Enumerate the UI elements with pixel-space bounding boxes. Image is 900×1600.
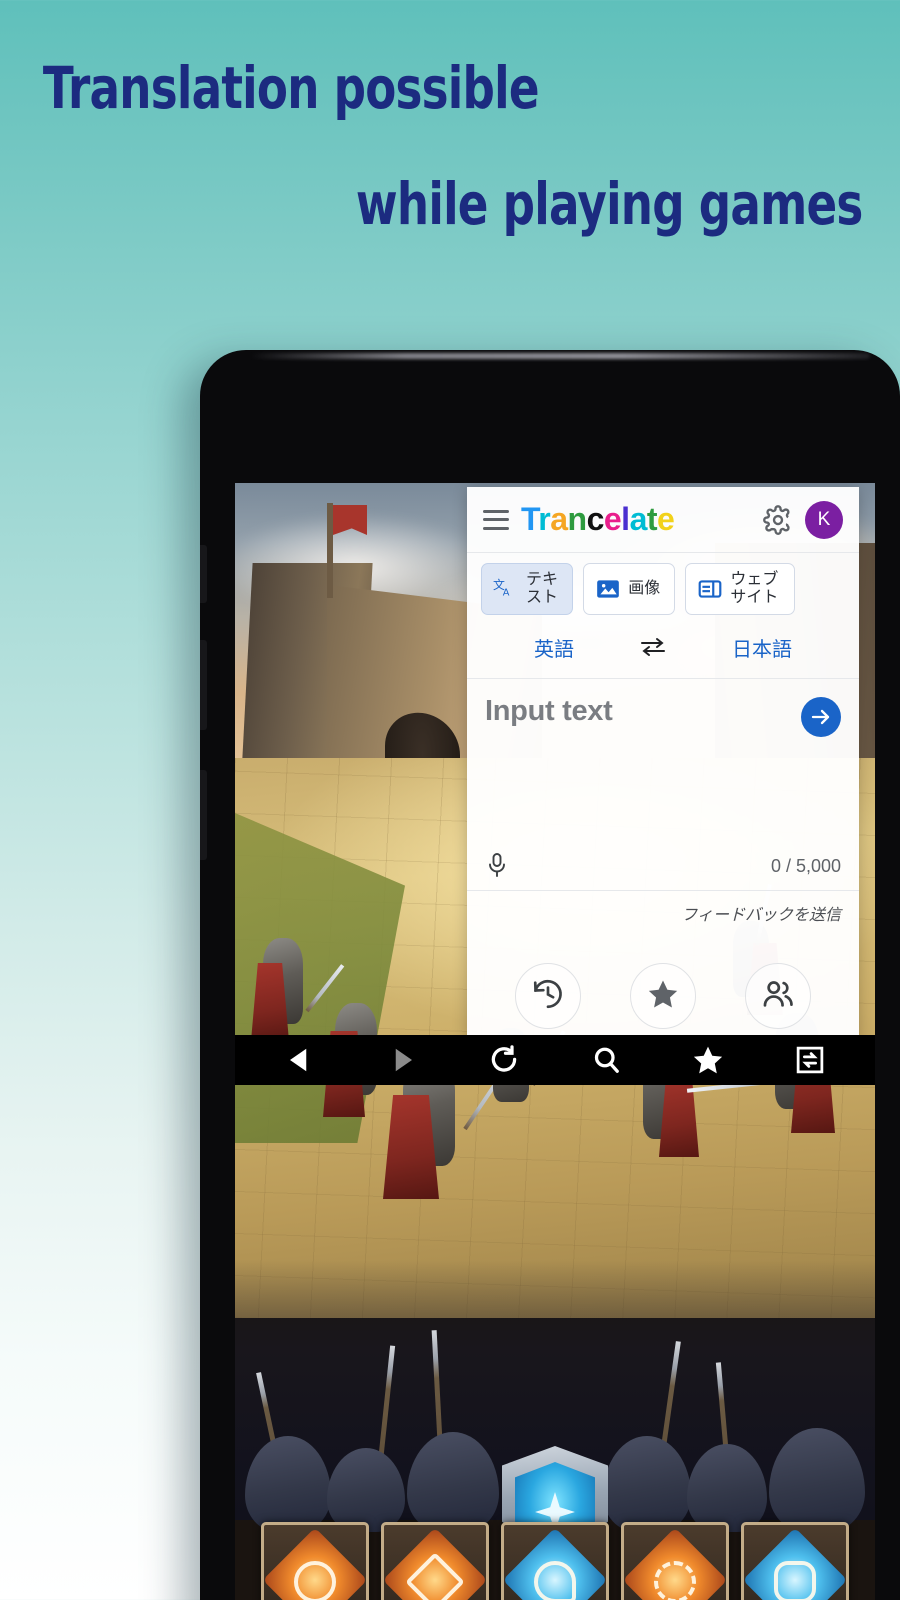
target-language[interactable]: 日本語 [722, 629, 802, 666]
gear-icon[interactable] [763, 504, 793, 535]
phone-side-button-volume-down [200, 770, 207, 860]
fire-rune-icon [405, 1552, 465, 1600]
arrow-right-circle-icon[interactable] [801, 696, 841, 737]
input-text-field[interactable]: Input text [485, 695, 613, 728]
spell-card[interactable] [381, 1522, 489, 1600]
people-icon [761, 977, 795, 1016]
source-language[interactable]: 英語 [524, 629, 584, 666]
translator-overlay-panel: Trancelate K 文 A テキスト 画像 ウェブサイト 英語 日本語 I… [467, 487, 859, 1039]
fire-rune-icon [654, 1561, 696, 1600]
brand-letter: T [521, 501, 539, 537]
tab-website[interactable]: ウェブサイト [685, 563, 796, 615]
brand-letter: a [550, 501, 568, 537]
ice-rune-icon [774, 1561, 816, 1600]
spell-card[interactable] [621, 1522, 729, 1600]
translation-input-area: Input text 0 / 5,000 [467, 679, 859, 890]
headline-line-2: while playing games [355, 169, 863, 238]
brand-letter: e [603, 501, 622, 537]
avatar-initial: K [817, 508, 831, 530]
translate-text-icon: 文 A [493, 576, 519, 602]
game-overlay-navbar [235, 1035, 875, 1085]
spell-card[interactable] [261, 1522, 369, 1600]
image-icon [595, 576, 621, 602]
refresh-icon [489, 1045, 519, 1075]
nav-search-button[interactable] [589, 1043, 623, 1077]
history-button[interactable] [515, 963, 582, 1029]
brand-letter: n [567, 501, 588, 537]
brand-letter: e [657, 501, 675, 537]
phone-side-button-mute [200, 545, 207, 603]
hamburger-menu-icon[interactable] [483, 509, 509, 530]
spell-card[interactable] [741, 1522, 849, 1600]
community-button[interactable] [744, 963, 811, 1029]
user-avatar[interactable]: K [805, 500, 843, 539]
input-row: Input text [485, 695, 841, 737]
translator-mode-tabs: 文 A テキスト 画像 ウェブサイト [467, 553, 859, 623]
brand-letter: r [538, 501, 551, 537]
character-counter: 0 / 5,000 [770, 855, 841, 876]
translator-action-row [467, 935, 859, 1039]
search-icon [591, 1045, 621, 1075]
star-icon [646, 977, 680, 1016]
app-brand-logo: Trancelate [521, 501, 751, 538]
input-footer-row: 0 / 5,000 [485, 852, 841, 890]
spell-card[interactable] [501, 1522, 609, 1600]
promo-headline: Translation possible while playing games [0, 0, 900, 235]
star-icon [692, 1044, 724, 1076]
nav-translate-toggle-button[interactable] [793, 1043, 827, 1077]
spell-card-bar [235, 1522, 875, 1600]
brand-letter: l [621, 501, 630, 537]
tab-website-label: ウェブサイト [730, 571, 779, 606]
tab-image-label: 画像 [628, 579, 661, 597]
nav-back-button[interactable] [283, 1043, 317, 1077]
send-feedback-link[interactable]: フィードバックを送信 [681, 907, 841, 924]
triangle-left-icon [285, 1045, 315, 1075]
language-selector-row: 英語 日本語 [467, 623, 859, 679]
phone-bezel-highlight [250, 353, 870, 359]
phone-side-button-volume-up [200, 640, 207, 730]
tab-text-label: テキスト [526, 571, 559, 606]
translator-header: Trancelate K [467, 487, 859, 553]
tab-text[interactable]: 文 A テキスト [481, 563, 574, 615]
phone-mockup: Trancelate K 文 A テキスト 画像 ウェブサイト 英語 日本語 I… [200, 350, 900, 1600]
tab-image[interactable]: 画像 [583, 563, 676, 615]
triangle-right-icon [387, 1045, 417, 1075]
phone-screen: Trancelate K 文 A テキスト 画像 ウェブサイト 英語 日本語 I… [235, 483, 875, 1600]
nav-forward-button[interactable] [385, 1043, 419, 1077]
fire-rune-icon [294, 1561, 336, 1600]
nav-refresh-button[interactable] [487, 1043, 521, 1077]
headline-line-1: Translation possible [42, 54, 540, 122]
brand-letter: c [586, 501, 605, 537]
microphone-icon[interactable] [485, 852, 509, 880]
swap-arrows-icon[interactable] [638, 635, 668, 659]
website-icon [697, 576, 723, 602]
castle-banner-flag [327, 503, 333, 598]
feedback-row: フィードバックを送信 [467, 890, 859, 935]
swap-box-icon [795, 1045, 825, 1075]
brand-letter: a [629, 501, 648, 537]
svg-text:A: A [503, 587, 510, 598]
saved-button[interactable] [629, 963, 696, 1029]
brand-letter: t [646, 501, 658, 537]
history-clock-icon [531, 977, 565, 1016]
ice-rune-icon [534, 1561, 576, 1600]
nav-favorite-button[interactable] [691, 1043, 725, 1077]
